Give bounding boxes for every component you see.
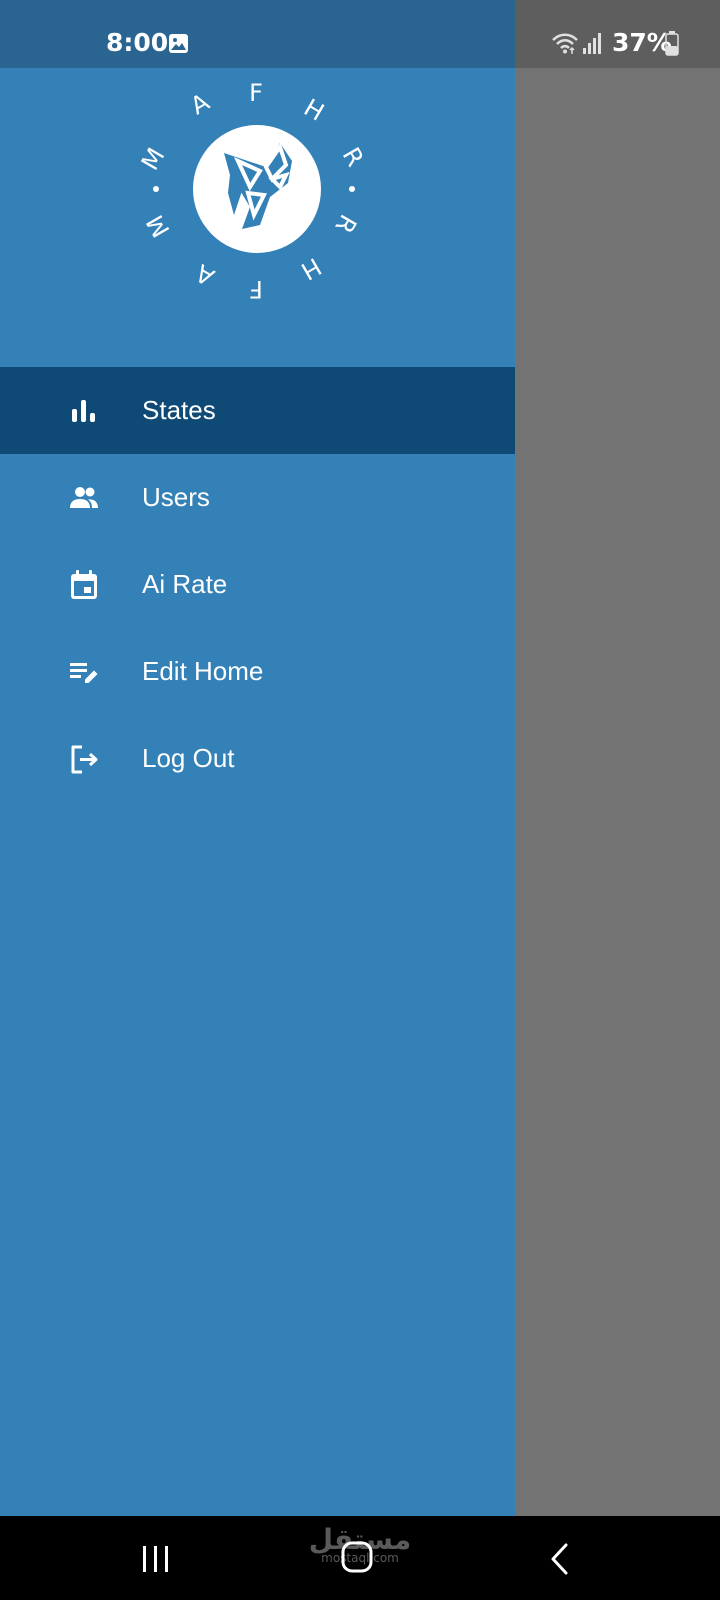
menu-label-ai-rate: Ai Rate — [142, 569, 228, 599]
menu-item-edit-home[interactable]: Edit Home — [0, 628, 515, 715]
menu-label-states: States — [142, 395, 216, 425]
svg-text:H: H — [299, 93, 329, 126]
logout-icon — [71, 745, 98, 774]
navigation-drawer: 8:00 M A F H R M A F H R States Users Ai… — [0, 0, 515, 1516]
signal-icon — [583, 33, 601, 54]
menu-item-log-out[interactable]: Log Out — [0, 715, 515, 802]
battery-percentage: 37% — [612, 28, 672, 57]
home-icon[interactable] — [340, 1540, 374, 1574]
svg-text:M: M — [136, 143, 171, 175]
svg-text:R: R — [329, 210, 362, 238]
svg-text:F: F — [249, 275, 263, 303]
scrim-overlay[interactable] — [515, 0, 720, 1516]
menu-label-users: Users — [142, 482, 210, 512]
wifi-icon — [552, 33, 578, 54]
svg-text:M: M — [141, 210, 176, 242]
calendar-icon — [71, 570, 97, 599]
recents-icon[interactable] — [140, 1544, 172, 1574]
svg-text:A: A — [190, 258, 219, 291]
gallery-icon — [169, 34, 188, 53]
people-icon — [70, 487, 98, 508]
svg-text:F: F — [249, 79, 263, 107]
status-time: 8:00 — [106, 28, 169, 57]
menu-item-states[interactable]: States — [0, 367, 515, 454]
svg-text:A: A — [186, 88, 215, 121]
edit-list-icon — [70, 663, 98, 683]
menu-label-edit-home: Edit Home — [142, 656, 264, 686]
battery-icon — [665, 31, 679, 56]
back-icon[interactable] — [548, 1542, 570, 1576]
menu-item-users[interactable]: Users — [0, 454, 515, 541]
system-nav-bar: مستقل mostaql.com — [0, 1516, 720, 1600]
status-bar: 8:00 — [0, 0, 515, 68]
svg-text:H: H — [296, 252, 326, 285]
menu-item-ai-rate[interactable]: Ai Rate — [0, 541, 515, 628]
bar-chart-icon — [72, 400, 95, 422]
menu-label-log-out: Log Out — [142, 743, 235, 773]
svg-text:R: R — [337, 143, 370, 171]
mafhr-logo: M A F H R M A F H R — [136, 79, 370, 303]
